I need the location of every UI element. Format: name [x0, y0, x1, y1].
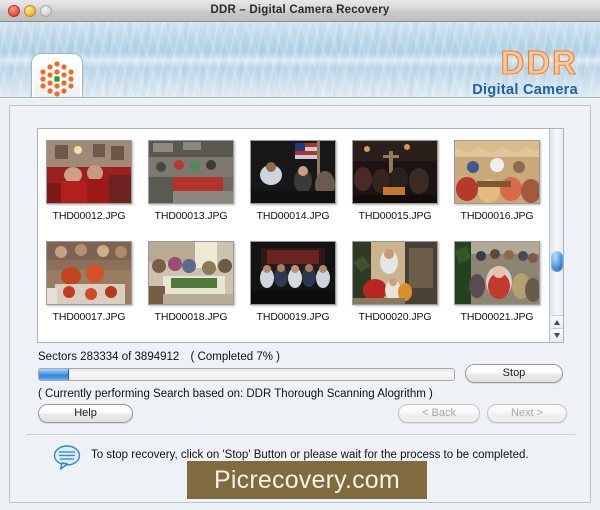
- next-button[interactable]: Next >: [487, 404, 567, 423]
- scroll-up-arrow[interactable]: [551, 315, 563, 329]
- back-button[interactable]: < Back: [398, 404, 480, 423]
- status-line: Sectors 283334 of 3894912 ( Completed 7%…: [38, 351, 280, 363]
- wizard-pane: THD00012.JPG THD00013.JPG THD00014.JPG T…: [9, 105, 591, 503]
- thumbnail-item[interactable]: THD00014.JPG: [242, 137, 344, 238]
- scan-algorithm-note: ( Currently performing Search based on: …: [38, 388, 433, 400]
- thumbnail-grid: THD00012.JPG THD00013.JPG THD00014.JPG T…: [38, 129, 550, 339]
- help-button[interactable]: Help: [38, 404, 133, 423]
- thumbnail-row: THD00012.JPG THD00013.JPG THD00014.JPG T…: [38, 137, 550, 238]
- thumbnail-image: [46, 241, 132, 305]
- thumbnail-item[interactable]: THD00013.JPG: [140, 137, 242, 238]
- header-banner: DDR Digital Camera: [0, 22, 600, 98]
- thumbnail-scrollbar[interactable]: [549, 129, 563, 342]
- thumbnail-label: THD00018.JPG: [154, 311, 228, 323]
- thumbnail-item[interactable]: THD00017.JPG: [38, 238, 140, 339]
- speech-bubble-icon: [53, 444, 81, 470]
- watermark-text: Picrecovery.com: [214, 465, 400, 494]
- brand-block: DDR Digital Camera: [472, 44, 578, 98]
- thumbnail-image: [250, 140, 336, 204]
- flower-checker-icon: [32, 54, 82, 97]
- thumbnail-item[interactable]: THD00019.JPG: [242, 238, 344, 339]
- watermark-banner: Picrecovery.com: [187, 461, 427, 499]
- thumbnail-image: [148, 140, 234, 204]
- thumbnail-label: THD00019.JPG: [256, 311, 330, 323]
- scroll-down-arrow[interactable]: [551, 328, 563, 342]
- thumbnail-item[interactable]: THD00012.JPG: [38, 137, 140, 238]
- thumbnail-label: THD00021.JPG: [460, 311, 534, 323]
- scrollbar-thumb[interactable]: [551, 251, 563, 272]
- window-title: DDR – Digital Camera Recovery: [210, 4, 390, 16]
- completed-text: ( Completed 7% ): [190, 351, 280, 363]
- brand-subtitle: Digital Camera: [472, 82, 578, 98]
- thumbnail-label: THD00020.JPG: [358, 311, 432, 323]
- thumbnail-row: THD00017.JPG THD00018.JPG THD00019.JPG T…: [38, 238, 550, 339]
- thumbnail-image: [352, 140, 438, 204]
- thumbnail-label: THD00017.JPG: [52, 311, 126, 323]
- thumbnail-item[interactable]: THD00016.JPG: [446, 137, 548, 238]
- message-text: To stop recovery, click on 'Stop' Button…: [91, 449, 529, 461]
- thumbnail-label: THD00016.JPG: [460, 210, 534, 222]
- progress-bar: [38, 368, 455, 381]
- thumbnail-label: THD00014.JPG: [256, 210, 330, 222]
- thumbnail-image: [46, 140, 132, 204]
- content-area: THD00012.JPG THD00013.JPG THD00014.JPG T…: [0, 98, 600, 510]
- title-bar: DDR – Digital Camera Recovery: [0, 0, 600, 22]
- thumbnail-image: [352, 241, 438, 305]
- thumbnail-image: [148, 241, 234, 305]
- thumbnail-item[interactable]: THD00020.JPG: [344, 238, 446, 339]
- scrollbar-track[interactable]: [551, 129, 563, 314]
- app-window: DDR – Digital Camera Recovery DDR Digita…: [0, 0, 600, 510]
- thumbnail-item[interactable]: THD00021.JPG: [446, 238, 548, 339]
- thumbnail-image: [250, 241, 336, 305]
- stop-button[interactable]: Stop: [465, 364, 563, 383]
- brand-title: DDR: [500, 44, 578, 81]
- thumbnail-label: THD00013.JPG: [154, 210, 228, 222]
- thumbnail-item[interactable]: THD00015.JPG: [344, 137, 446, 238]
- thumbnail-image: [454, 241, 540, 305]
- thumbnail-image: [454, 140, 540, 204]
- thumbnail-list[interactable]: THD00012.JPG THD00013.JPG THD00014.JPG T…: [37, 128, 564, 343]
- thumbnail-item[interactable]: THD00018.JPG: [140, 238, 242, 339]
- thumbnail-label: THD00015.JPG: [358, 210, 432, 222]
- progress-bar-fill: [39, 369, 70, 380]
- thumbnail-label: THD00012.JPG: [52, 210, 126, 222]
- sectors-text: Sectors 283334 of 3894912: [38, 351, 180, 363]
